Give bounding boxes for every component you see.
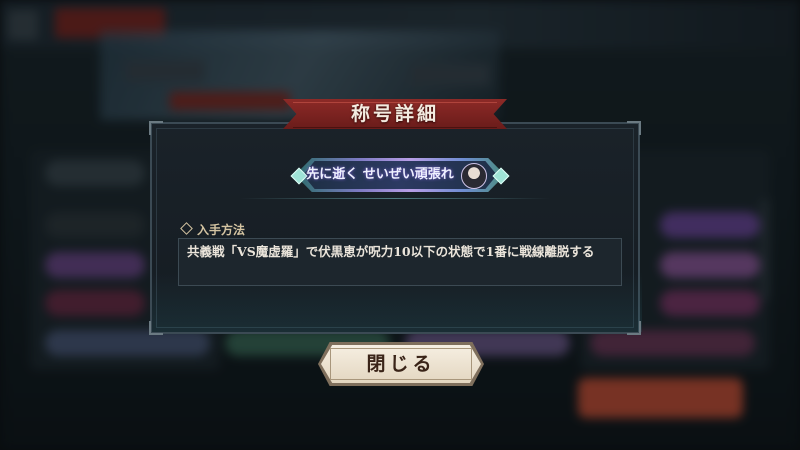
title-detail-dialog: 称号詳細 先に逝く せいぜい頑張れ 入手方法 共義戦「VS魔虚羅」で伏黒恵が呪力… xyxy=(149,99,642,335)
corner-ornament xyxy=(149,321,163,335)
acquisition-label: 入手方法 xyxy=(197,223,246,237)
diamond-bullet-icon xyxy=(180,222,193,235)
corner-ornament xyxy=(627,121,641,135)
dialog-title: 称号詳細 xyxy=(350,103,439,125)
title-ribbon: 称号詳細 xyxy=(283,94,507,134)
character-portrait-icon xyxy=(461,163,487,189)
acquisition-heading: 入手方法 xyxy=(180,222,246,238)
acquisition-box: 共義戦「VS魔虚羅」で伏黒恵が呪力10以下の状態で1番に戦線離脱する xyxy=(178,238,622,286)
close-label: 閉じる xyxy=(366,353,436,375)
divider xyxy=(240,198,550,199)
title-plate: 先に逝く せいぜい頑張れ xyxy=(290,158,510,192)
close-button[interactable]: 閉じる xyxy=(318,342,484,386)
corner-ornament xyxy=(627,321,641,335)
corner-ornament xyxy=(149,121,163,135)
acquisition-text: 共義戦「VS魔虚羅」で伏黒恵が呪力10以下の状態で1番に戦線離脱する xyxy=(187,244,595,259)
title-name: 先に逝く せいぜい頑張れ xyxy=(306,167,454,182)
